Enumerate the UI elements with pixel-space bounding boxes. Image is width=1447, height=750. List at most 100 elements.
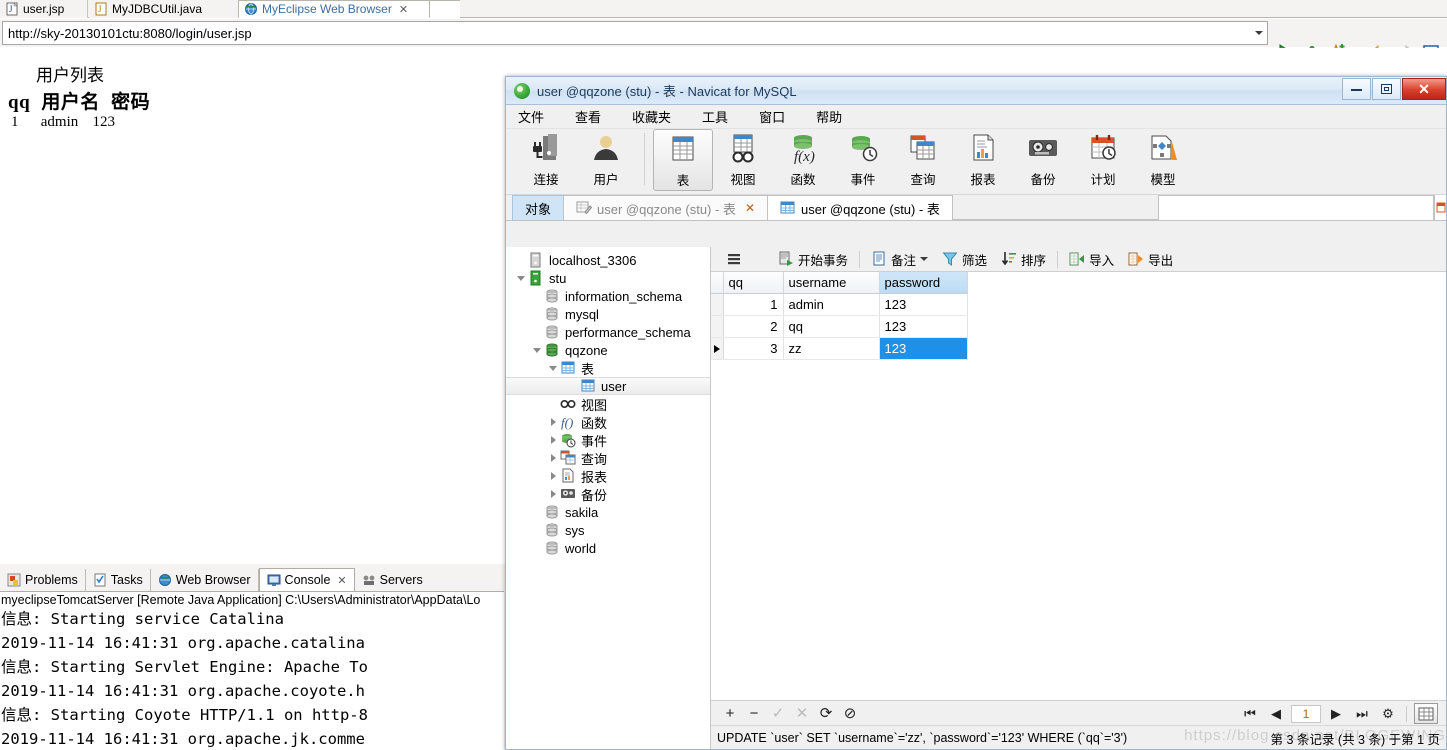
toolbar-button-query[interactable]: 查询 — [893, 129, 953, 191]
tree-node-user[interactable]: user — [506, 377, 710, 395]
column-header-password[interactable]: password — [879, 272, 968, 294]
cell-password-selected[interactable]: 123 — [879, 337, 968, 360]
table-row[interactable]: 2 qq 123 — [711, 315, 968, 338]
toolbar-button-event[interactable]: 事件 — [833, 129, 893, 191]
menu-item-view[interactable]: 查看 — [575, 107, 601, 126]
column-header-username[interactable]: username — [783, 272, 880, 294]
tree-node-qqzone[interactable]: qqzone — [506, 341, 710, 359]
tree-node-information-schema[interactable]: information_schema — [506, 287, 710, 305]
previous-page-button[interactable]: ◀ — [1265, 704, 1287, 724]
console-output[interactable]: myeclipseTomcatServer [Remote Java Appli… — [0, 591, 510, 750]
refresh-button[interactable]: ⟳ — [815, 703, 837, 723]
tree-node-views[interactable]: 视图 — [506, 395, 710, 413]
table-row[interactable]: 1 admin 123 — [711, 293, 968, 316]
toolbar-button-schedule[interactable]: 计划 — [1073, 129, 1133, 191]
tab-web-browser[interactable]: Web Browser — [151, 569, 259, 591]
editor-tab-myeclipse-web-browser[interactable]: MyEclipse Web Browser ✕ — [238, 0, 430, 18]
tree-node-functions[interactable]: f() 函数 — [506, 413, 710, 431]
note-button[interactable]: 备注 — [864, 250, 935, 269]
tab-console[interactable]: Console ✕ — [258, 568, 355, 591]
chevron-down-icon[interactable] — [1250, 22, 1267, 44]
close-icon[interactable]: ✕ — [399, 4, 408, 15]
grid-menu-button[interactable] — [719, 251, 749, 267]
filter-button[interactable]: 筛选 — [935, 250, 994, 269]
data-grid-wrapper[interactable]: qq username password 1 admin 123 2 qq 12… — [711, 272, 1446, 700]
twisty-right-icon[interactable] — [546, 472, 560, 480]
menu-item-tools[interactable]: 工具 — [702, 107, 728, 126]
menu-item-window[interactable]: 窗口 — [759, 107, 785, 126]
tree-node-localhost-3306[interactable]: localhost_3306 — [506, 251, 710, 269]
close-icon[interactable]: ✕ — [745, 201, 755, 215]
tree-node-reports[interactable]: 报表 — [506, 467, 710, 485]
data-grid[interactable]: qq username password 1 admin 123 2 qq 12… — [711, 272, 968, 360]
row-marker[interactable] — [711, 293, 724, 316]
tab-list-button[interactable] — [1434, 195, 1446, 220]
last-page-button[interactable]: ⏭ — [1351, 704, 1373, 724]
twisty-right-icon[interactable] — [546, 418, 560, 426]
toolbar-button-function[interactable]: f(x) 函数 — [773, 129, 833, 191]
menu-item-help[interactable]: 帮助 — [816, 107, 842, 126]
chevron-down-icon[interactable] — [920, 257, 929, 261]
export-button[interactable]: 导出 — [1121, 250, 1180, 269]
twisty-right-icon[interactable] — [546, 436, 560, 444]
row-marker[interactable] — [711, 315, 724, 338]
toolbar-button-table[interactable]: 表 — [653, 129, 713, 191]
import-button[interactable]: 导入 — [1062, 250, 1121, 269]
tree-node-performance-schema[interactable]: performance_schema — [506, 323, 710, 341]
cell-qq[interactable]: 1 — [723, 293, 784, 316]
first-page-button[interactable]: ⏮ — [1239, 704, 1261, 724]
restore-button[interactable] — [1372, 78, 1401, 100]
twisty-down-icon[interactable] — [530, 347, 544, 353]
cell-username[interactable]: admin — [783, 293, 880, 316]
stop-button[interactable]: ⊘ — [839, 703, 861, 723]
column-header-qq[interactable]: qq — [723, 272, 784, 294]
sort-button[interactable]: 排序 — [994, 250, 1053, 269]
tab-table-designer[interactable]: user @qqzone (stu) - 表 ✕ — [563, 195, 768, 220]
cell-qq[interactable]: 3 — [723, 337, 784, 360]
row-marker-current[interactable] — [711, 337, 724, 360]
next-page-button[interactable]: ▶ — [1325, 704, 1347, 724]
twisty-right-icon[interactable] — [546, 490, 560, 498]
minimize-button[interactable] — [1342, 78, 1371, 100]
tree-node-stu[interactable]: stu — [506, 269, 710, 287]
tab-table-data[interactable]: user @qqzone (stu) - 表 — [767, 195, 953, 220]
editor-tab-myjdbcutil-java[interactable]: J MyJDBCUtil.java — [89, 0, 241, 18]
cell-username[interactable]: qq — [783, 315, 880, 338]
menu-item-favorites[interactable]: 收藏夹 — [632, 107, 671, 126]
toolbar-button-backup[interactable]: 备份 — [1013, 129, 1073, 191]
address-input-wrapper[interactable]: http://sky-20130101ctu:8080/login/user.j… — [2, 21, 1268, 45]
cell-qq[interactable]: 2 — [723, 315, 784, 338]
toolbar-button-report[interactable]: 报表 — [953, 129, 1013, 191]
toolbar-button-connection[interactable]: 连接 — [516, 129, 576, 191]
page-number-input[interactable]: 1 — [1291, 704, 1321, 723]
close-button[interactable]: ✕ — [1402, 78, 1446, 100]
toolbar-button-model[interactable]: 模型 — [1133, 129, 1193, 191]
tree-node-sys[interactable]: sys — [506, 521, 710, 539]
tree-node-events[interactable]: 事件 — [506, 431, 710, 449]
gear-icon[interactable]: ⚙ — [1377, 704, 1399, 724]
twisty-right-icon[interactable] — [546, 454, 560, 462]
cell-password[interactable]: 123 — [879, 293, 968, 316]
grid-view-icon[interactable] — [1414, 703, 1438, 724]
tree-node-tables[interactable]: 表 — [506, 359, 710, 377]
tree-node-world[interactable]: world — [506, 539, 710, 557]
delete-record-button[interactable]: − — [743, 703, 765, 723]
tree-node-mysql[interactable]: mysql — [506, 305, 710, 323]
tab-problems[interactable]: Problems — [0, 569, 86, 591]
close-icon[interactable]: ✕ — [337, 575, 346, 586]
tab-tasks[interactable]: Tasks — [86, 569, 151, 591]
twisty-down-icon[interactable] — [546, 365, 560, 371]
tree-node-queries[interactable]: 查询 — [506, 449, 710, 467]
tree-node-sakila[interactable]: sakila — [506, 503, 710, 521]
menu-item-file[interactable]: 文件 — [518, 107, 544, 126]
tree-node-backups[interactable]: 备份 — [506, 485, 710, 503]
navicat-title-bar[interactable]: user @qqzone (stu) - 表 - Navicat for MyS… — [506, 77, 1446, 105]
table-row[interactable]: 3 zz 123 — [711, 337, 968, 360]
tab-objects[interactable]: 对象 — [512, 195, 565, 220]
tab-servers[interactable]: Servers — [355, 569, 430, 591]
begin-transaction-button[interactable]: 开始事务 — [771, 250, 855, 269]
add-record-button[interactable]: + — [719, 703, 741, 723]
cell-username[interactable]: zz — [783, 337, 880, 360]
toolbar-button-view[interactable]: 视图 — [713, 129, 773, 191]
object-tree[interactable]: localhost_3306 stu information_schema my… — [506, 247, 711, 749]
